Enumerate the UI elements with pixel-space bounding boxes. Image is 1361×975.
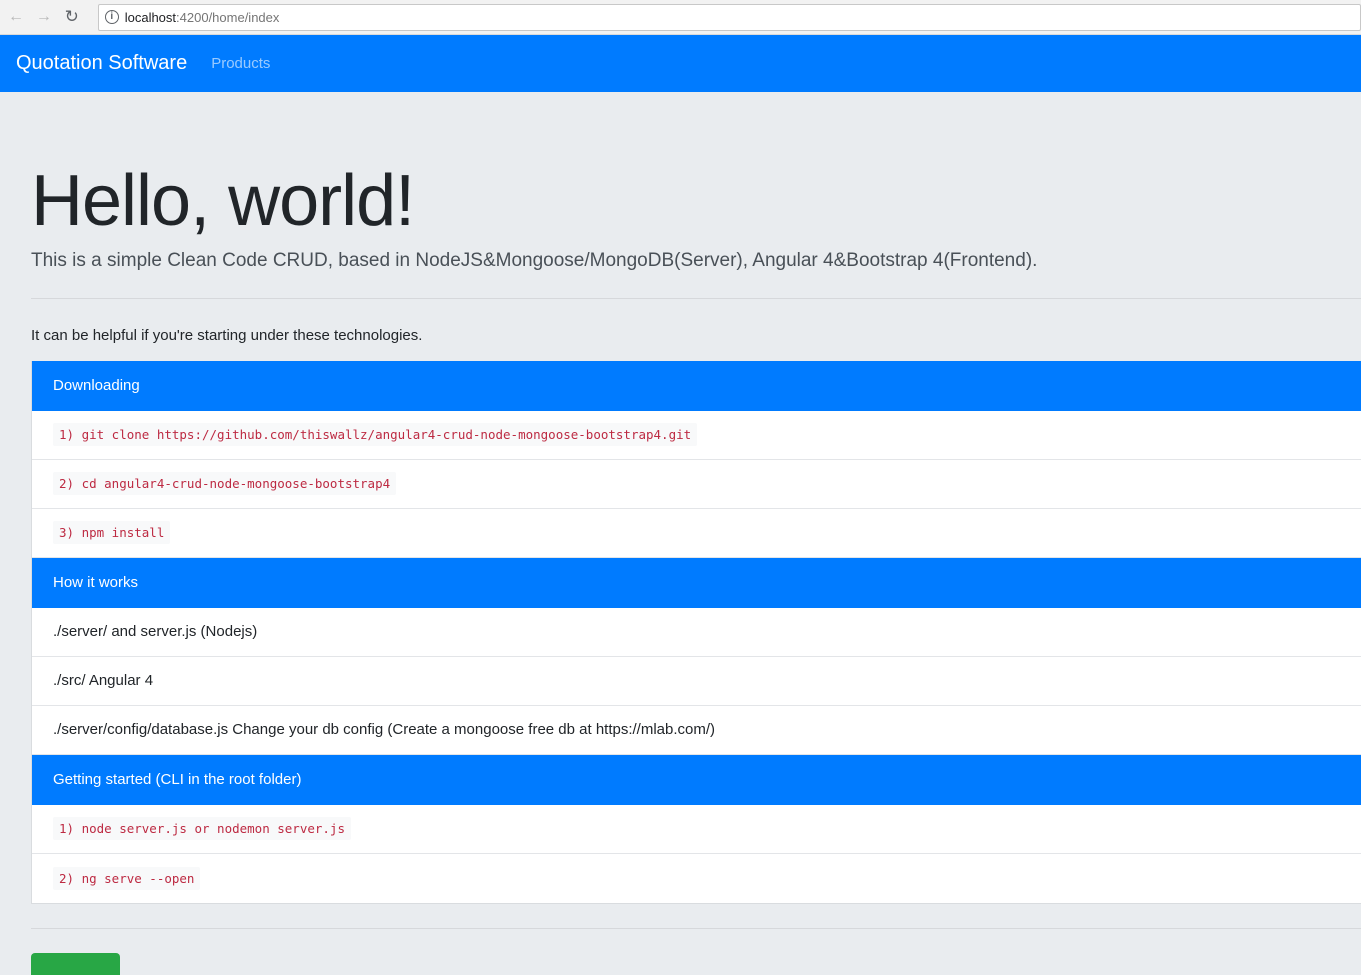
instructions-list: Downloading 1) git clone https://github.… bbox=[31, 360, 1361, 904]
divider-bottom bbox=[31, 927, 1361, 929]
code-snippet: 3) npm install bbox=[53, 521, 171, 545]
url-path: :4200/home/index bbox=[176, 9, 280, 25]
url-host: localhost bbox=[124, 9, 177, 25]
section-header-downloading: Downloading bbox=[32, 360, 1361, 411]
code-snippet: 2) cd angular4-crud-node-mongoose-bootst… bbox=[53, 472, 397, 496]
list-item: 3) npm install bbox=[32, 509, 1361, 558]
list-item: ./server/ and server.js (Nodejs) bbox=[32, 608, 1361, 657]
list-item: 1) node server.js or nodemon server.js bbox=[32, 805, 1361, 854]
address-bar[interactable]: i localhost:4200/home/index bbox=[97, 3, 1361, 31]
list-item: 1) git clone https://github.com/thiswall… bbox=[32, 411, 1361, 460]
list-item: ./src/ Angular 4 bbox=[32, 657, 1361, 706]
section-header-getting-started: Getting started (CLI in the root folder) bbox=[32, 754, 1361, 805]
reload-icon[interactable]: ↻ bbox=[60, 5, 84, 29]
nav-link-products[interactable]: Products bbox=[211, 55, 270, 72]
list-item: 2) ng serve --open bbox=[32, 854, 1361, 903]
jumbotron: Hello, world! This is a simple Clean Cod… bbox=[0, 92, 1361, 975]
section-header-how-it-works: How it works bbox=[32, 557, 1361, 608]
list-item: 2) cd angular4-crud-node-mongoose-bootst… bbox=[32, 460, 1361, 509]
code-snippet: 2) ng serve --open bbox=[53, 866, 201, 890]
code-snippet: 1) git clone https://github.com/thiswall… bbox=[53, 423, 698, 447]
divider bbox=[31, 297, 1361, 299]
list-item: ./server/config/database.js Change your … bbox=[32, 706, 1361, 755]
navbar-brand[interactable]: Quotation Software bbox=[16, 52, 187, 75]
app-navbar: Quotation Software Products bbox=[0, 35, 1361, 92]
success-button[interactable] bbox=[31, 952, 120, 975]
helpful-text: It can be helpful if you're starting und… bbox=[31, 326, 423, 344]
code-snippet: 1) node server.js or nodemon server.js bbox=[53, 817, 351, 841]
forward-arrow-icon[interactable]: → bbox=[32, 5, 56, 29]
back-arrow-icon[interactable]: ← bbox=[4, 5, 28, 29]
browser-toolbar: ← → ↻ i localhost:4200/home/index bbox=[0, 0, 1361, 35]
page-title: Hello, world! bbox=[31, 161, 415, 241]
lead-text: This is a simple Clean Code CRUD, based … bbox=[31, 249, 1038, 271]
info-icon[interactable]: i bbox=[104, 10, 119, 24]
